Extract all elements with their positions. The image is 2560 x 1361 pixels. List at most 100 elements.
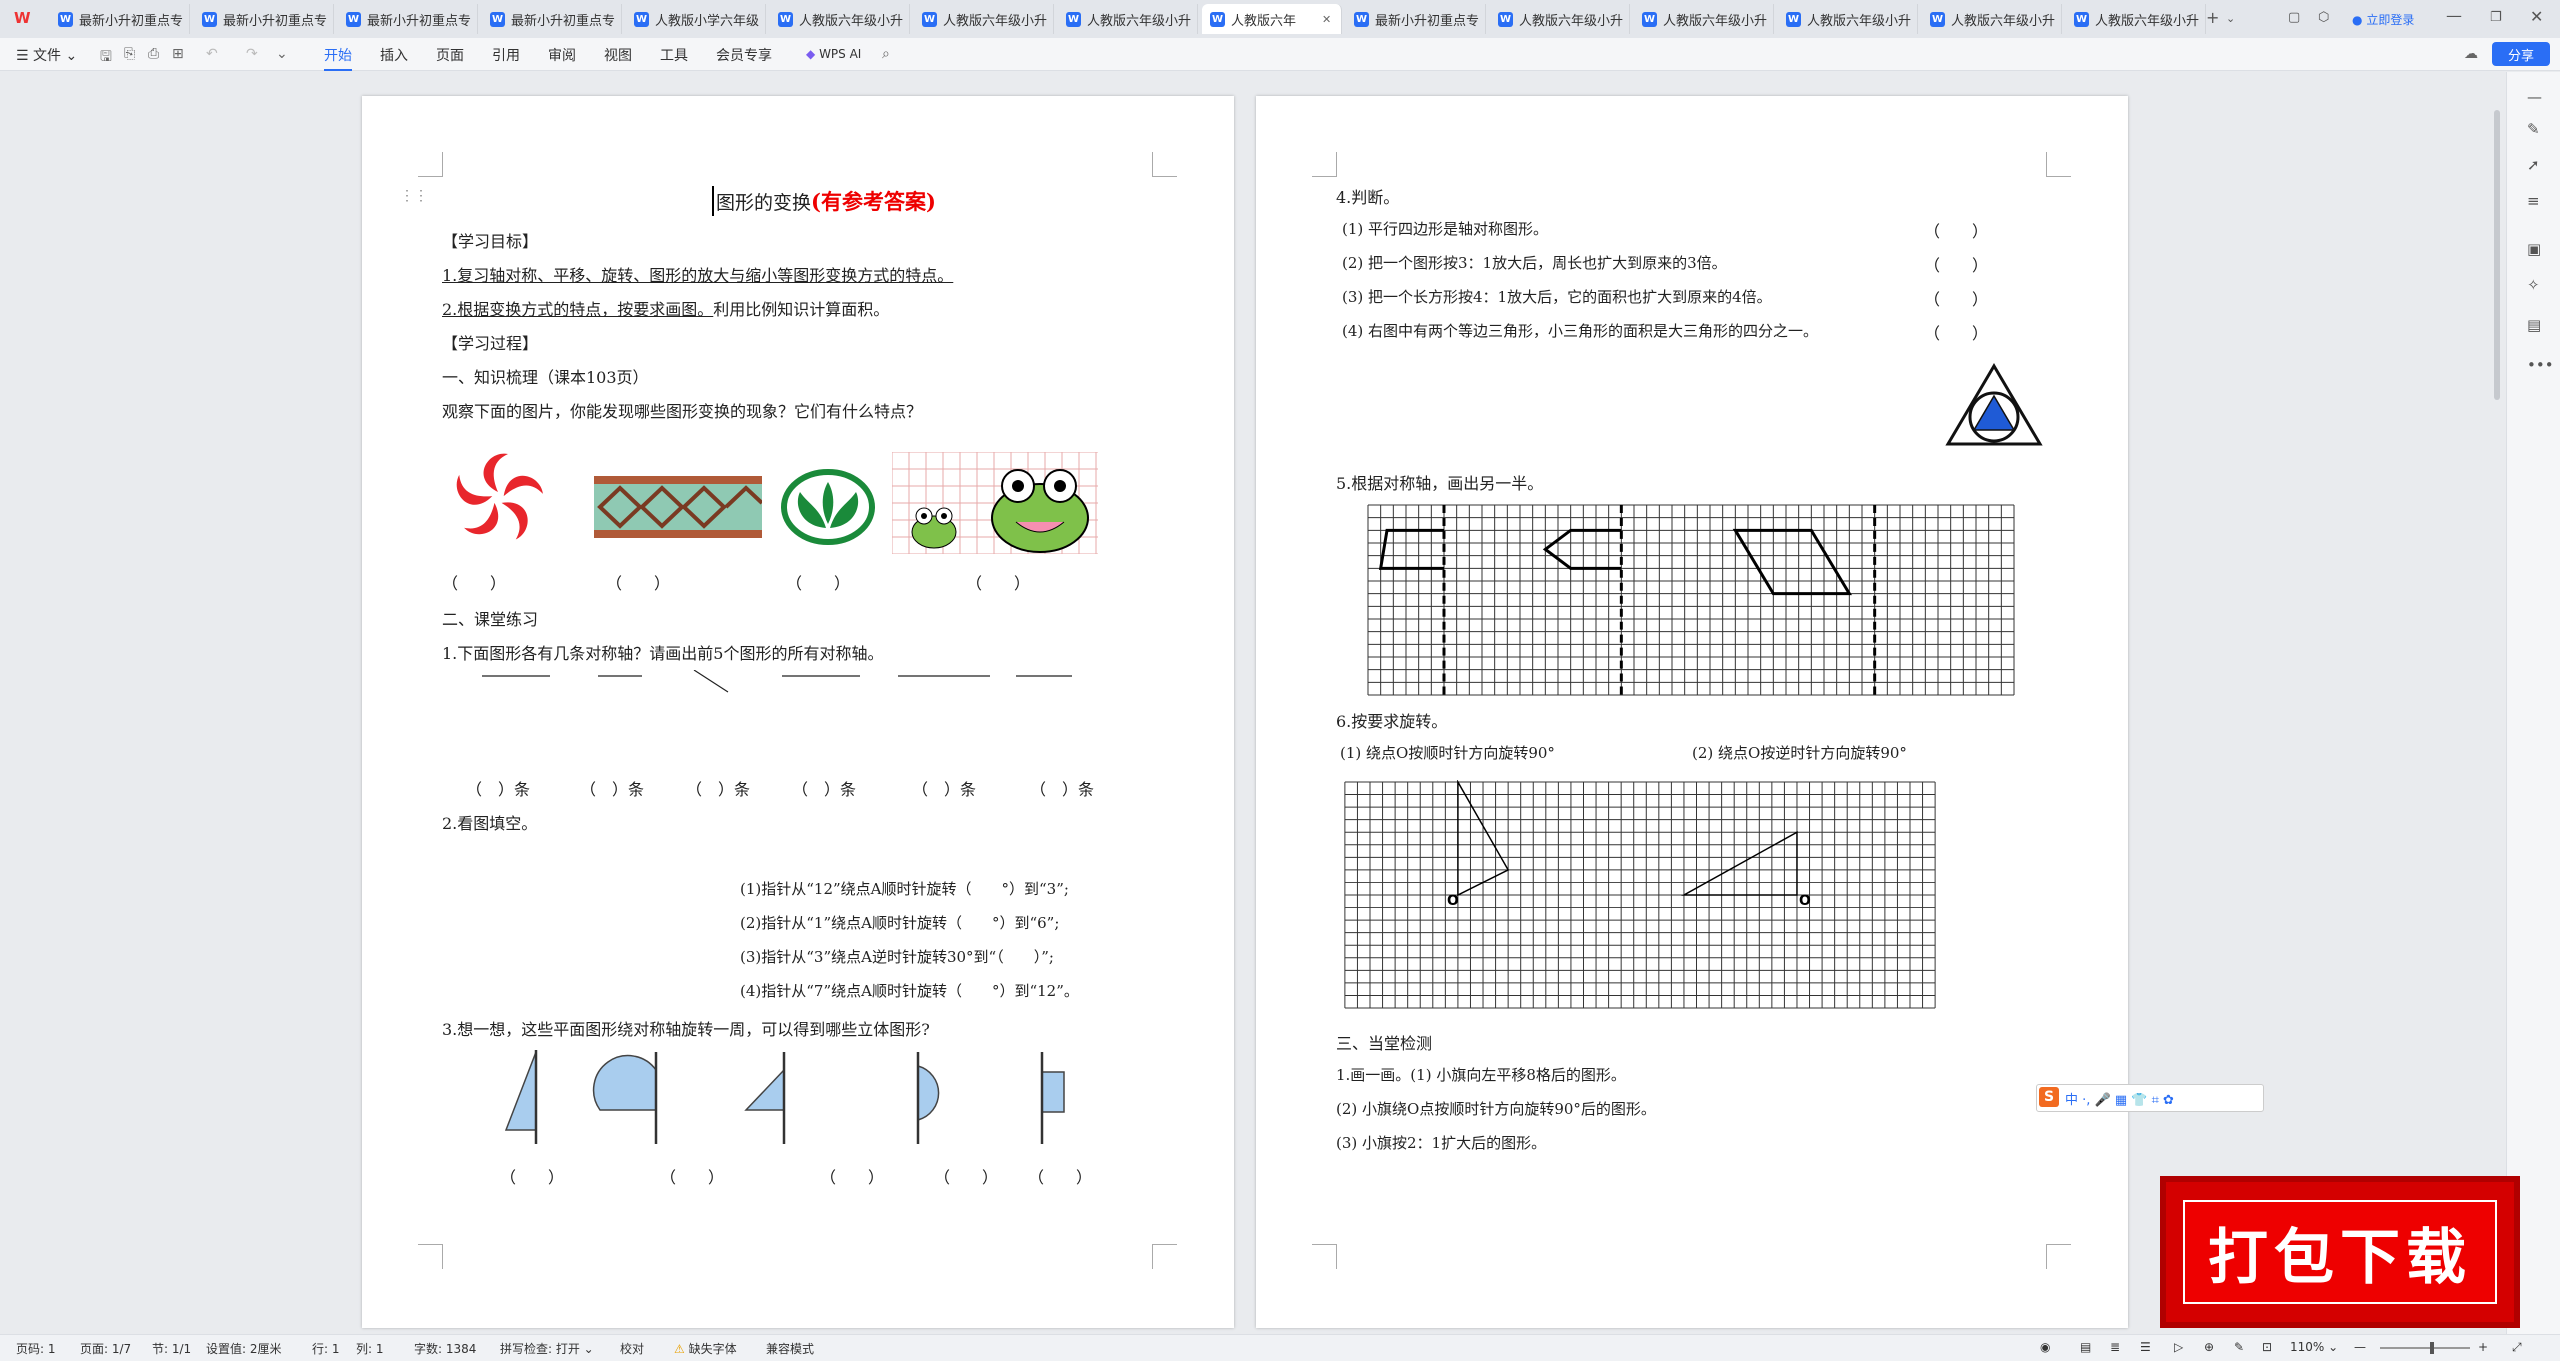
print-icon[interactable]: ⎙: [148, 46, 159, 62]
doc-tab[interactable]: W 人教版六年级小升: [770, 4, 910, 34]
doc-tab[interactable]: W 最新小升初重点专: [194, 4, 334, 34]
image-tool-icon[interactable]: ▣: [2527, 240, 2541, 258]
doc-tab[interactable]: W 最新小升初重点专: [1346, 4, 1486, 34]
share-button[interactable]: 分享: [2492, 42, 2550, 66]
close-tab-icon[interactable]: ✕: [1322, 13, 1331, 26]
sogou-ime-icon[interactable]: S: [2039, 1087, 2059, 1107]
spell-check-toggle[interactable]: 拼写检查: 打开 ⌄: [500, 1340, 594, 1357]
tab-reference[interactable]: 引用: [492, 45, 520, 65]
eye-icon[interactable]: ◉: [2040, 1340, 2050, 1354]
settings-sliders-icon[interactable]: ≡: [2527, 192, 2540, 210]
zoom-out-button[interactable]: —: [2354, 1340, 2366, 1354]
doc-tab[interactable]: W 最新小升初重点专: [338, 4, 478, 34]
answer-paren: （ ）: [786, 574, 851, 593]
redo-icon[interactable]: ↷: [246, 46, 258, 62]
rotation-grid[interactable]: OO: [1342, 780, 1938, 1010]
doc-tab[interactable]: W 人教版小学六年级: [626, 4, 766, 34]
new-tab-icon[interactable]: +: [2206, 8, 2219, 27]
status-pages[interactable]: 页面: 1/7: [80, 1340, 131, 1357]
minimize-button[interactable]: —: [2446, 6, 2462, 25]
chevron-down-icon[interactable]: ⌄: [2226, 12, 2235, 25]
cursor-icon[interactable]: ➚: [2527, 156, 2540, 174]
collapse-icon[interactable]: —: [2527, 88, 2542, 106]
doc-tab[interactable]: W 人教版六年级小升: [1922, 4, 2062, 34]
doc-tab[interactable]: W 人教版六年级小升: [1490, 4, 1630, 34]
status-section[interactable]: 节: 1/1: [152, 1340, 191, 1357]
window-icon[interactable]: ▢: [2288, 10, 2300, 25]
tab-view[interactable]: 视图: [604, 45, 632, 65]
doc-tab[interactable]: W 人教版六年 ✕: [1202, 4, 1342, 34]
tab-page[interactable]: 页面: [436, 45, 464, 65]
status-bar: 页码: 1 页面: 1/7 节: 1/1 设置值: 2厘米 行: 1 列: 1 …: [0, 1334, 2560, 1361]
zoom-slider[interactable]: [2380, 1342, 2470, 1354]
search-icon[interactable]: ⌕: [882, 46, 890, 62]
cloud-icon[interactable]: ☁: [2464, 46, 2478, 62]
fullscreen-icon[interactable]: ⤢: [2512, 1340, 2522, 1355]
doc-tab[interactable]: W 最新小升初重点专: [482, 4, 622, 34]
magic-icon[interactable]: ✧: [2527, 276, 2540, 294]
page-view-icon[interactable]: ▤: [2080, 1340, 2091, 1354]
export-icon[interactable]: ⎘: [124, 46, 135, 62]
file-menu[interactable]: ☰ 文件 ⌄: [16, 45, 77, 65]
doc-tab-label: 人教版六年级小升: [799, 13, 904, 29]
doc-tab[interactable]: W 人教版六年级小升: [1058, 4, 1198, 34]
doc-tab[interactable]: W 人教版六年级小升: [1778, 4, 1918, 34]
list-icon[interactable]: ≣: [2110, 1340, 2120, 1354]
doc-tab[interactable]: W 最新小升初重点专: [50, 4, 190, 34]
svg-text:O: O: [1447, 893, 1459, 909]
cube-icon[interactable]: ⬡: [2318, 10, 2329, 25]
zoom-slider-handle[interactable]: [2430, 1342, 2434, 1354]
status-page[interactable]: 页码: 1: [16, 1340, 56, 1357]
web-view-icon[interactable]: ⊕: [2204, 1340, 2214, 1354]
margin-corner: [1152, 1244, 1177, 1269]
edit-icon[interactable]: ✎: [2234, 1340, 2244, 1354]
preview-icon[interactable]: ⊞: [172, 46, 184, 62]
status-setting[interactable]: 设置值: 2厘米: [206, 1340, 282, 1357]
tab-home[interactable]: 开始: [324, 45, 352, 71]
tab-member[interactable]: 会员专享: [716, 45, 772, 65]
more-chevron-icon[interactable]: ⌄: [276, 46, 288, 62]
status-col[interactable]: 列: 1: [356, 1340, 384, 1357]
word-doc-icon: W: [58, 11, 73, 27]
status-words[interactable]: 字数: 1384: [414, 1340, 476, 1357]
doc-tab-label: 人教版六年级小升: [1807, 13, 1912, 29]
wps-logo-icon[interactable]: W: [14, 9, 36, 29]
vertical-scrollbar[interactable]: [2494, 110, 2500, 400]
close-window-button[interactable]: ✕: [2530, 7, 2543, 26]
doc-tab[interactable]: W 人教版六年级小升: [1634, 4, 1774, 34]
undo-icon[interactable]: ↶: [206, 46, 218, 62]
question-5: 5.根据对称轴，画出另一半。: [1336, 474, 1544, 493]
zoom-in-button[interactable]: +: [2478, 1340, 2488, 1354]
margin-corner: [2046, 152, 2071, 177]
ime-toolbar[interactable]: S 中 ·, 🎤 ▦ 👕 ⌗ ✿: [2036, 1084, 2264, 1112]
tab-insert[interactable]: 插入: [380, 45, 408, 65]
zoom-level[interactable]: 110% ⌄: [2290, 1340, 2338, 1354]
missing-font-indicator[interactable]: ⚠ 缺失字体: [674, 1340, 737, 1357]
more-icon[interactable]: •••: [2527, 356, 2554, 374]
doc-tab-label: 人教版六年: [1231, 13, 1297, 29]
fit-icon[interactable]: ⊡: [2262, 1340, 2272, 1354]
tab-tools[interactable]: 工具: [660, 45, 688, 65]
doc-tab[interactable]: W 人教版六年级小升: [914, 4, 1054, 34]
symmetry-grid[interactable]: [1366, 500, 2016, 700]
outline-icon[interactable]: ☰: [2140, 1340, 2151, 1354]
status-proof[interactable]: 校对: [620, 1340, 644, 1357]
play-icon[interactable]: ▷: [2174, 1340, 2183, 1354]
doc-tab[interactable]: W 人教版六年级小升: [2066, 4, 2206, 34]
doc-tab-label: 最新小升初重点专: [1375, 13, 1480, 29]
pen-icon[interactable]: ✎: [2527, 120, 2540, 138]
document-page-1: ⋮⋮ 图形的变换(有参考答案) 【学习目标】 1.复习轴对称、平移、旋转、图形的…: [362, 96, 1234, 1328]
login-link[interactable]: ● 立即登录: [2352, 11, 2414, 28]
wps-ai-button[interactable]: ◆ WPS AI: [806, 47, 861, 61]
folder-icon[interactable]: ▤: [2527, 316, 2541, 334]
drag-handle-icon[interactable]: ⋮⋮: [400, 188, 428, 204]
ime-status[interactable]: 中 ·, 🎤 ▦ 👕 ⌗ ✿: [2065, 1089, 2174, 1108]
tab-review[interactable]: 审阅: [548, 45, 576, 65]
download-badge[interactable]: 打包下载: [2160, 1176, 2520, 1328]
status-row[interactable]: 行: 1: [312, 1340, 340, 1357]
restore-button[interactable]: ❐: [2490, 10, 2502, 25]
save-icon[interactable]: 🖫: [100, 46, 112, 70]
word-doc-icon: W: [1210, 11, 1225, 27]
goal-2-underlined: 2.根据变换方式的特点，按要求画图。: [442, 300, 714, 319]
answer-paren: （ ）: [966, 574, 1031, 593]
